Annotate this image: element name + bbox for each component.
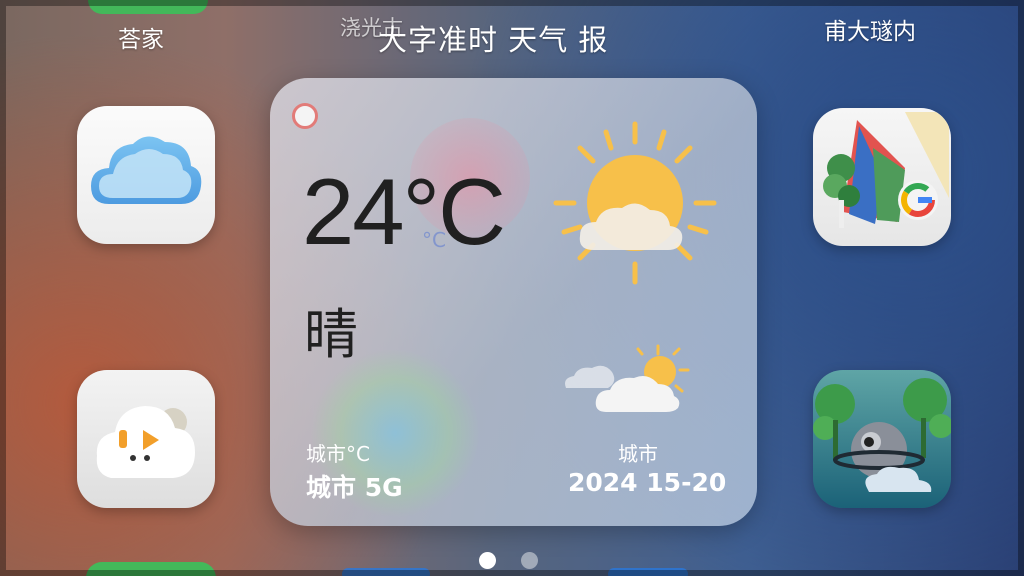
city-temp-label: 城市°C [306,442,370,466]
forecast-range-label: 2024 15-20 [568,468,727,497]
forecast-city-label: 城市 [618,442,658,466]
map-app-icon[interactable] [813,108,951,246]
game-app-icon[interactable] [813,370,951,508]
map-illustration-icon [823,112,949,228]
planet-character-icon [813,378,951,492]
page-indicator-dot[interactable] [521,552,538,569]
app-label-left: 荅家 [118,27,164,53]
temperature-ghost: °C [422,228,446,252]
weather-widget[interactable]: 24°C °C 晴 城市°C 城市 5G 城市 2024 15-20 [270,78,757,526]
chat-cloud-icon [96,406,195,478]
partial-app-icon-bottom[interactable] [86,562,216,576]
partial-app-icon-top[interactable] [88,0,208,14]
partial-dock-icon[interactable] [608,568,688,576]
sun-cloud-icon [553,121,717,285]
partly-cloudy-icon [565,344,690,412]
app-label-right: 甫大璲内 [824,19,916,45]
temperature: 24°C [302,159,506,264]
widget-indicator-dot [292,103,318,129]
weather-condition: 晴 [304,303,358,366]
city-network-label: 城市 5G [306,473,403,502]
cloud-icon [91,136,202,204]
page-indicator-dot-active[interactable] [479,552,496,569]
partial-dock-icon[interactable] [342,568,430,576]
cloud-app-icon[interactable] [77,106,215,244]
chat-cloud-app-icon[interactable] [77,370,215,508]
widget-title: 大字准时 天气 报 [378,23,609,57]
